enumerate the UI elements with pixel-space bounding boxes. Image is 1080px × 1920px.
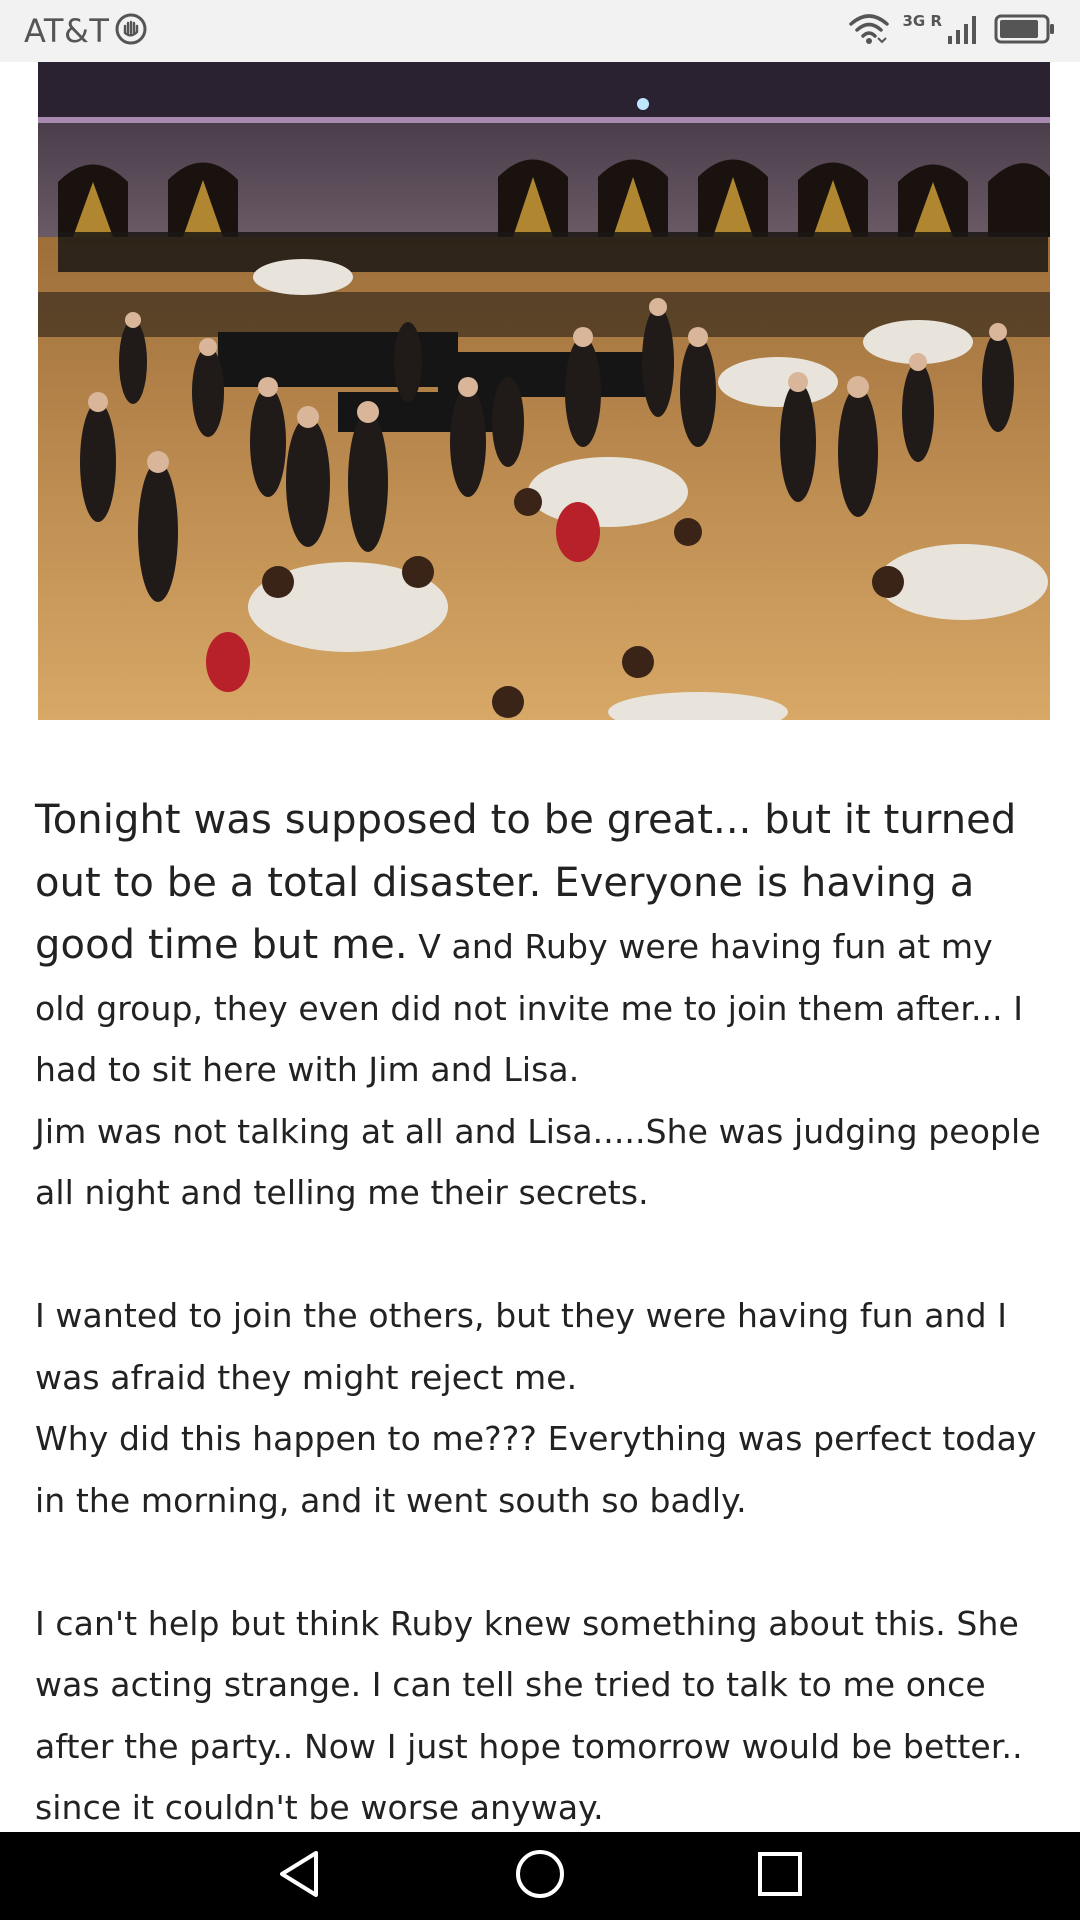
status-icons: 3G R xyxy=(848,12,1056,51)
photo-banquet-hall xyxy=(38,62,1050,720)
home-button[interactable] xyxy=(510,1846,570,1906)
carrier-group: AT&T xyxy=(24,12,147,50)
hand-stop-icon xyxy=(115,13,147,50)
carrier-label: AT&T xyxy=(24,12,110,50)
back-button[interactable] xyxy=(270,1846,330,1906)
post-paragraph-2: Jim was not talking at all and Lisa.....… xyxy=(35,1111,1041,1213)
back-icon xyxy=(276,1849,324,1904)
event-photo xyxy=(38,62,1050,720)
recents-icon xyxy=(756,1850,804,1903)
navigation-bar xyxy=(0,1832,1080,1920)
wifi-icon xyxy=(848,12,890,51)
cell-signal-icon xyxy=(946,12,982,51)
home-icon xyxy=(514,1848,566,1905)
post-body: Tonight was supposed to be great... but … xyxy=(35,790,1045,1839)
post-paragraph-1: Tonight was supposed to be great... but … xyxy=(35,790,1045,1101)
post-paragraph-5: I can't help but think Ruby knew somethi… xyxy=(35,1603,1023,1828)
recents-button[interactable] xyxy=(750,1846,810,1906)
battery-icon xyxy=(994,13,1056,50)
post-paragraph-3: I wanted to join the others, but they we… xyxy=(35,1296,1008,1397)
status-bar: AT&T 3G R xyxy=(0,0,1080,62)
network-type-label: 3G R xyxy=(902,12,942,30)
post-paragraph-4: Why did this happen to me??? Everything … xyxy=(35,1419,1037,1520)
